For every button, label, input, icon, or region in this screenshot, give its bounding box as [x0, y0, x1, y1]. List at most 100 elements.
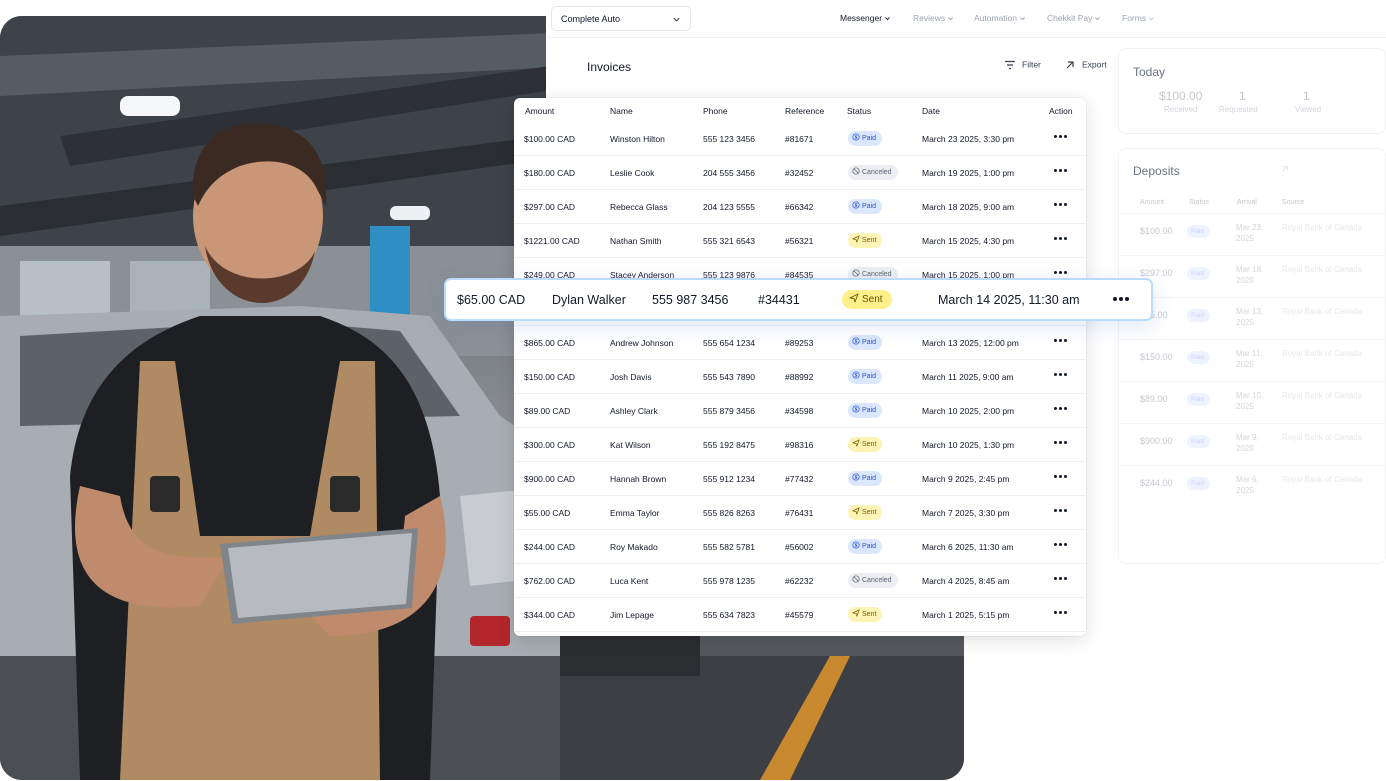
- deposit-row[interactable]: $89.00 Paid Mar 10, 2025 Royal Bank of Cana…: [1119, 381, 1386, 423]
- highlight-phone: 555 987 3456: [652, 293, 729, 307]
- highlight-date: March 14 2025, 11:30 am: [938, 293, 1080, 307]
- more-actions-icon[interactable]: [1054, 337, 1068, 345]
- more-actions-icon[interactable]: [1054, 473, 1068, 481]
- more-actions-icon[interactable]: [1054, 371, 1068, 379]
- filter-button[interactable]: Filter: [1004, 59, 1041, 71]
- status-badge: Sent: [848, 505, 883, 520]
- organization-select[interactable]: Complete Auto: [551, 6, 691, 31]
- col-phone[interactable]: Phone: [703, 106, 728, 116]
- deposits-col-arrival: Arrival: [1237, 199, 1257, 206]
- col-name[interactable]: Name: [610, 106, 633, 116]
- table-row[interactable]: $762.00 CAD Luca Kent 555 978 1235 #62232 Ca…: [514, 564, 1086, 598]
- table-row[interactable]: $150.00 CAD Josh Davis 555 543 7890 #88992 P…: [514, 360, 1086, 394]
- chevron-down-icon: [1149, 17, 1155, 21]
- row-date: March 15 2025, 4:30 pm: [922, 236, 1015, 246]
- more-actions-icon[interactable]: [1054, 405, 1068, 413]
- table-row[interactable]: $297.00 CAD Rebecca Glass 204 123 5555 #663…: [514, 190, 1086, 224]
- status-badge: Paid: [1187, 393, 1211, 406]
- row-date: March 13 2025, 12:00 pm: [922, 338, 1019, 348]
- more-actions-icon[interactable]: [1054, 133, 1068, 141]
- row-reference: #98316: [785, 440, 814, 450]
- deposit-row[interactable]: $244.00 Paid Mar 6, 2025 Royal Bank of Cana…: [1119, 465, 1386, 507]
- more-actions-icon[interactable]: [1054, 269, 1068, 277]
- row-amount: $55.00 CAD: [524, 508, 571, 518]
- more-actions-icon[interactable]: [1054, 201, 1068, 209]
- deposit-row[interactable]: $100.00 Paid Mar 23, 2025 Royal Bank of Can…: [1119, 213, 1386, 255]
- invoice-table: Amount Name Phone Reference Status Date …: [514, 98, 1086, 636]
- deposit-arrival: Mar 23, 2025: [1236, 223, 1264, 243]
- row-amount: $762.00 CAD: [524, 576, 576, 586]
- row-amount: $89.00 CAD: [524, 406, 571, 416]
- dollar-circle-icon: [852, 473, 860, 481]
- table-row[interactable]: $865.00 CAD Andrew Johnson 555 654 1234 #89…: [514, 326, 1086, 360]
- highlight-name: Dylan Walker: [552, 293, 626, 307]
- table-row[interactable]: $100.00 CAD Winston Hilton 555 123 3456 #81…: [514, 122, 1086, 156]
- nav-reviews[interactable]: Reviews: [913, 13, 954, 23]
- nav-automation[interactable]: Automation: [974, 13, 1026, 23]
- deposits-col-source: Source: [1282, 199, 1305, 206]
- status-badge: Sent: [848, 437, 883, 452]
- arrow-up-right-icon[interactable]: [1280, 164, 1290, 174]
- row-phone: 555 978 1235: [703, 576, 755, 586]
- status-badge: Paid: [1187, 435, 1211, 448]
- table-row[interactable]: $244.00 CAD Roy Makado 555 582 5781 #56002 P…: [514, 530, 1086, 564]
- row-amount: $297.00 CAD: [524, 202, 576, 212]
- requested-value: 1: [1239, 89, 1246, 103]
- deposit-row[interactable]: $150.00 Paid Mar 11, 2025 Royal Bank of Can…: [1119, 339, 1386, 381]
- send-icon: [852, 235, 860, 243]
- deposits-col-amount: Amount: [1140, 199, 1165, 206]
- table-row[interactable]: $300.00 CAD Kat Wilson 555 192 8475 #98316 S…: [514, 428, 1086, 462]
- row-phone: 555 321 6543: [703, 236, 755, 246]
- more-actions-icon[interactable]: [1054, 235, 1068, 243]
- deposit-row[interactable]: $900.00 Paid Mar 9, 2025 Royal Bank of Cana…: [1119, 423, 1386, 465]
- cancel-circle-icon: [852, 575, 860, 583]
- deposit-source: Royal Bank of Canada: [1282, 265, 1363, 274]
- row-reference: #45579: [785, 610, 814, 620]
- more-actions-icon[interactable]: [1054, 575, 1068, 583]
- chevron-down-icon: [885, 17, 890, 21]
- deposit-row[interactable]: $65.00 Paid Mar 13, 2025 Royal Bank of Cana…: [1119, 297, 1386, 339]
- deposit-arrival: Mar 9, 2025: [1236, 433, 1259, 453]
- row-reference: #81671: [785, 134, 814, 144]
- send-icon: [852, 609, 860, 617]
- more-actions-icon[interactable]: [1054, 167, 1068, 175]
- nav-chekkit-pay[interactable]: Chekkit Pay: [1047, 13, 1101, 23]
- col-date[interactable]: Date: [922, 106, 940, 116]
- more-actions-icon[interactable]: [1113, 297, 1129, 303]
- nav-forms[interactable]: Forms: [1122, 13, 1155, 23]
- more-actions-icon[interactable]: [1054, 609, 1068, 617]
- row-date: March 10 2025, 2:00 pm: [922, 406, 1015, 416]
- table-row[interactable]: $1221.00 CAD Nathan Smith 555 321 6543 #563…: [514, 224, 1086, 258]
- col-status[interactable]: Status: [847, 106, 871, 116]
- more-actions-icon[interactable]: [1054, 507, 1068, 515]
- highlighted-invoice-row[interactable]: $65.00 CAD Dylan Walker 555 987 3456 #34…: [444, 278, 1153, 321]
- deposit-amount: $100.00: [1140, 226, 1173, 236]
- row-date: March 18 2025, 9:00 am: [922, 202, 1015, 212]
- cancel-circle-icon: [852, 167, 860, 175]
- table-row[interactable]: $900.00 CAD Hannah Brown 555 912 1234 #7743…: [514, 462, 1086, 496]
- row-phone: 204 123 5555: [703, 202, 755, 212]
- row-phone: 555 879 3456: [703, 406, 755, 416]
- col-amount[interactable]: Amount: [525, 106, 554, 116]
- chevron-down-icon: [673, 17, 680, 22]
- nav-messenger[interactable]: Messenger: [840, 13, 891, 23]
- row-amount: $244.00 CAD: [524, 542, 576, 552]
- status-badge: Paid: [848, 199, 883, 214]
- table-row[interactable]: $180.00 CAD Leslie Cook 204 555 3456 #32452…: [514, 156, 1086, 190]
- row-amount: $180.00 CAD: [524, 168, 576, 178]
- table-row[interactable]: $344.00 CAD Jim Lepage 555 634 7823 #45579 S…: [514, 598, 1086, 632]
- row-phone: 204 555 3456: [703, 168, 755, 178]
- export-button[interactable]: Export: [1064, 59, 1107, 71]
- highlight-reference: #34431: [758, 293, 800, 307]
- col-reference[interactable]: Reference: [785, 106, 824, 116]
- table-row[interactable]: $55.00 CAD Emma Taylor 555 826 8263 #76431 S…: [514, 496, 1086, 530]
- deposit-row[interactable]: $297.00 Paid Mar 18, 2025 Royal Bank of Can…: [1119, 255, 1386, 297]
- row-reference: #34598: [785, 406, 814, 416]
- table-row[interactable]: $89.00 CAD Ashley Clark 555 879 3456 #34598…: [514, 394, 1086, 428]
- received-label: Received: [1164, 105, 1198, 114]
- more-actions-icon[interactable]: [1054, 541, 1068, 549]
- more-actions-icon[interactable]: [1054, 439, 1068, 447]
- col-action: Action: [1049, 106, 1073, 116]
- dollar-circle-icon: [852, 371, 860, 379]
- viewed-value: 1: [1303, 89, 1310, 103]
